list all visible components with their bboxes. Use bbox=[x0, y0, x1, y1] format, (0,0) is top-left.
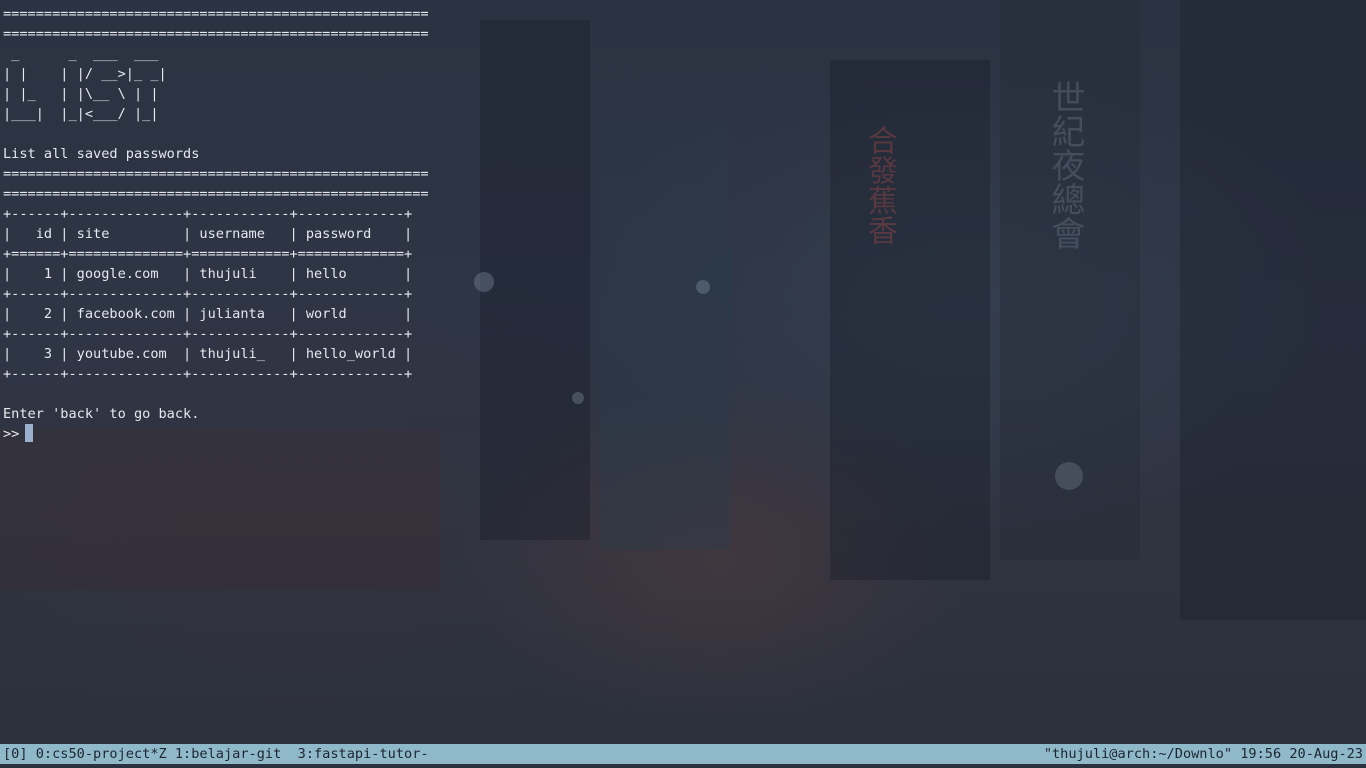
separator-line: ========================================… bbox=[3, 186, 429, 202]
prompt-symbol: >> bbox=[3, 426, 20, 442]
table-row: | 3 | youtube.com | thujuli_ | hello_wor… bbox=[3, 346, 413, 362]
table-border: +------+--------------+------------+----… bbox=[3, 206, 413, 222]
table-border: +------+--------------+------------+----… bbox=[3, 286, 413, 302]
table-border: +------+--------------+------------+----… bbox=[3, 326, 413, 342]
command-prompt-line[interactable]: >> bbox=[3, 424, 429, 444]
table-border: +------+--------------+------------+----… bbox=[3, 366, 413, 382]
block-cursor-icon[interactable] bbox=[25, 424, 34, 442]
wallpaper-light bbox=[696, 280, 710, 294]
wallpaper-light bbox=[1055, 462, 1083, 490]
terminal-output: ========================================… bbox=[3, 4, 429, 444]
tmux-window-list[interactable]: [0] 0:cs50-project*Z 1:belajar-git 3:fas… bbox=[3, 744, 429, 764]
wallpaper-building bbox=[830, 60, 990, 580]
table-header: | id | site | username | password | bbox=[3, 226, 413, 242]
bottom-strip bbox=[0, 764, 1366, 768]
table-header-border: +======+==============+============+====… bbox=[3, 246, 413, 262]
separator-line: ========================================… bbox=[3, 6, 429, 22]
wallpaper-building bbox=[0, 430, 440, 590]
wallpaper-sign: 合發蕉香 bbox=[862, 125, 897, 245]
wallpaper-building bbox=[480, 20, 590, 540]
wallpaper-sign: 世紀夜總會 bbox=[1045, 80, 1085, 250]
wallpaper-light bbox=[474, 272, 494, 292]
wallpaper-building bbox=[600, 120, 730, 550]
wallpaper-building bbox=[1180, 0, 1366, 620]
ascii-banner-line: _ _ ___ ___ bbox=[3, 46, 167, 62]
table-row: | 1 | google.com | thujuli | hello | bbox=[3, 266, 413, 282]
wallpaper-light bbox=[572, 392, 584, 404]
tmux-status-bar: [0] 0:cs50-project*Z 1:belajar-git 3:fas… bbox=[0, 744, 1366, 764]
back-instruction: Enter 'back' to go back. bbox=[3, 406, 200, 422]
tmux-status-right: "thujuli@arch:~/Downlo" 19:56 20-Aug-23 bbox=[1043, 746, 1363, 762]
screen-subtitle: List all saved passwords bbox=[3, 146, 200, 162]
ascii-banner-line: | |_ | |\__ \ | | bbox=[3, 86, 167, 102]
separator-line: ========================================… bbox=[3, 166, 429, 182]
table-row: | 2 | facebook.com | julianta | world | bbox=[3, 306, 413, 322]
ascii-banner-line: |___| |_|<___/ |_| bbox=[3, 106, 167, 122]
ascii-banner-line: | | | |/ __>|_ _| bbox=[3, 66, 167, 82]
separator-line: ========================================… bbox=[3, 26, 429, 42]
